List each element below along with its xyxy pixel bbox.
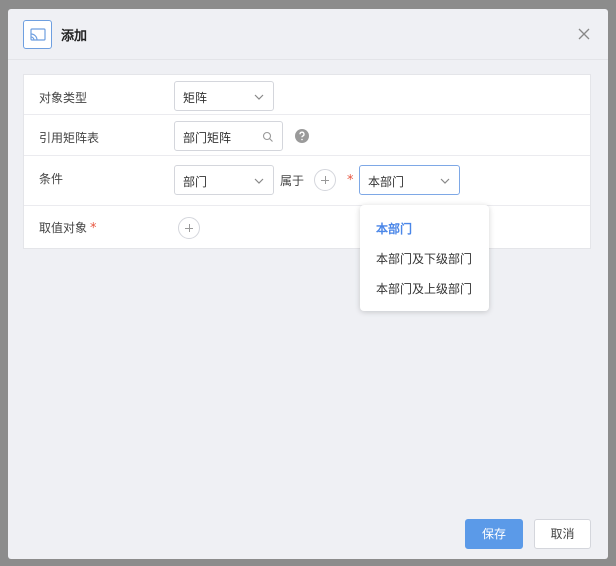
object-type-select[interactable]: 矩阵 <box>174 81 274 111</box>
form-row-matrix-ref: 引用矩阵表 部门矩阵 <box>24 115 590 156</box>
form-row-object-type: 对象类型 矩阵 <box>24 75 590 115</box>
dropdown-option[interactable]: 本部门及下级部门 <box>376 250 472 267</box>
condition-field-select[interactable]: 部门 <box>174 165 274 195</box>
dropdown-option[interactable]: 本部门 <box>376 220 412 237</box>
chevron-down-icon <box>254 94 264 100</box>
condition-field-value: 部门 <box>183 175 208 189</box>
chevron-down-icon <box>254 178 264 184</box>
condition-operator: 属于 <box>280 174 305 188</box>
condition-label: 条件 <box>39 172 64 186</box>
matrix-ref-label: 引用矩阵表 <box>39 131 100 145</box>
add-dialog: 添加 对象类型 矩阵 引用矩阵表 部门矩阵 条件 部门 属于 * 本部门 取值对… <box>8 9 608 559</box>
required-mark: * <box>347 173 354 188</box>
search-icon[interactable] <box>262 131 274 143</box>
value-object-label: 取值对象 * <box>39 219 97 236</box>
form-row-condition: 条件 部门 属于 * 本部门 <box>24 156 590 206</box>
dialog-title: 添加 <box>61 29 88 44</box>
help-icon[interactable] <box>295 129 309 143</box>
chevron-down-icon <box>440 178 450 184</box>
matrix-ref-value: 部门矩阵 <box>183 131 232 145</box>
add-value-object-button[interactable] <box>178 217 200 239</box>
object-type-label: 对象类型 <box>39 91 88 105</box>
save-button[interactable]: 保存 <box>465 519 523 549</box>
condition-scope-select[interactable]: 本部门 <box>359 165 460 195</box>
close-icon[interactable] <box>576 26 592 42</box>
dropdown-option[interactable]: 本部门及上级部门 <box>376 280 472 297</box>
object-type-value: 矩阵 <box>183 91 208 105</box>
cancel-button[interactable]: 取消 <box>534 519 591 549</box>
condition-scope-value: 本部门 <box>368 175 405 189</box>
required-mark: * <box>90 221 97 236</box>
form-card: 对象类型 矩阵 引用矩阵表 部门矩阵 条件 部门 属于 * 本部门 取值对象 * <box>23 74 591 249</box>
background-page-strip <box>0 0 616 9</box>
dialog-header: 添加 <box>8 9 608 60</box>
form-row-value-object: 取值对象 * <box>24 206 590 248</box>
add-condition-button[interactable] <box>314 169 336 191</box>
matrix-ref-input[interactable]: 部门矩阵 <box>174 121 283 151</box>
cast-icon <box>23 20 52 49</box>
value-object-label-text: 取值对象 <box>39 221 88 235</box>
scope-dropdown-menu: 本部门 本部门及下级部门 本部门及上级部门 <box>360 205 489 311</box>
